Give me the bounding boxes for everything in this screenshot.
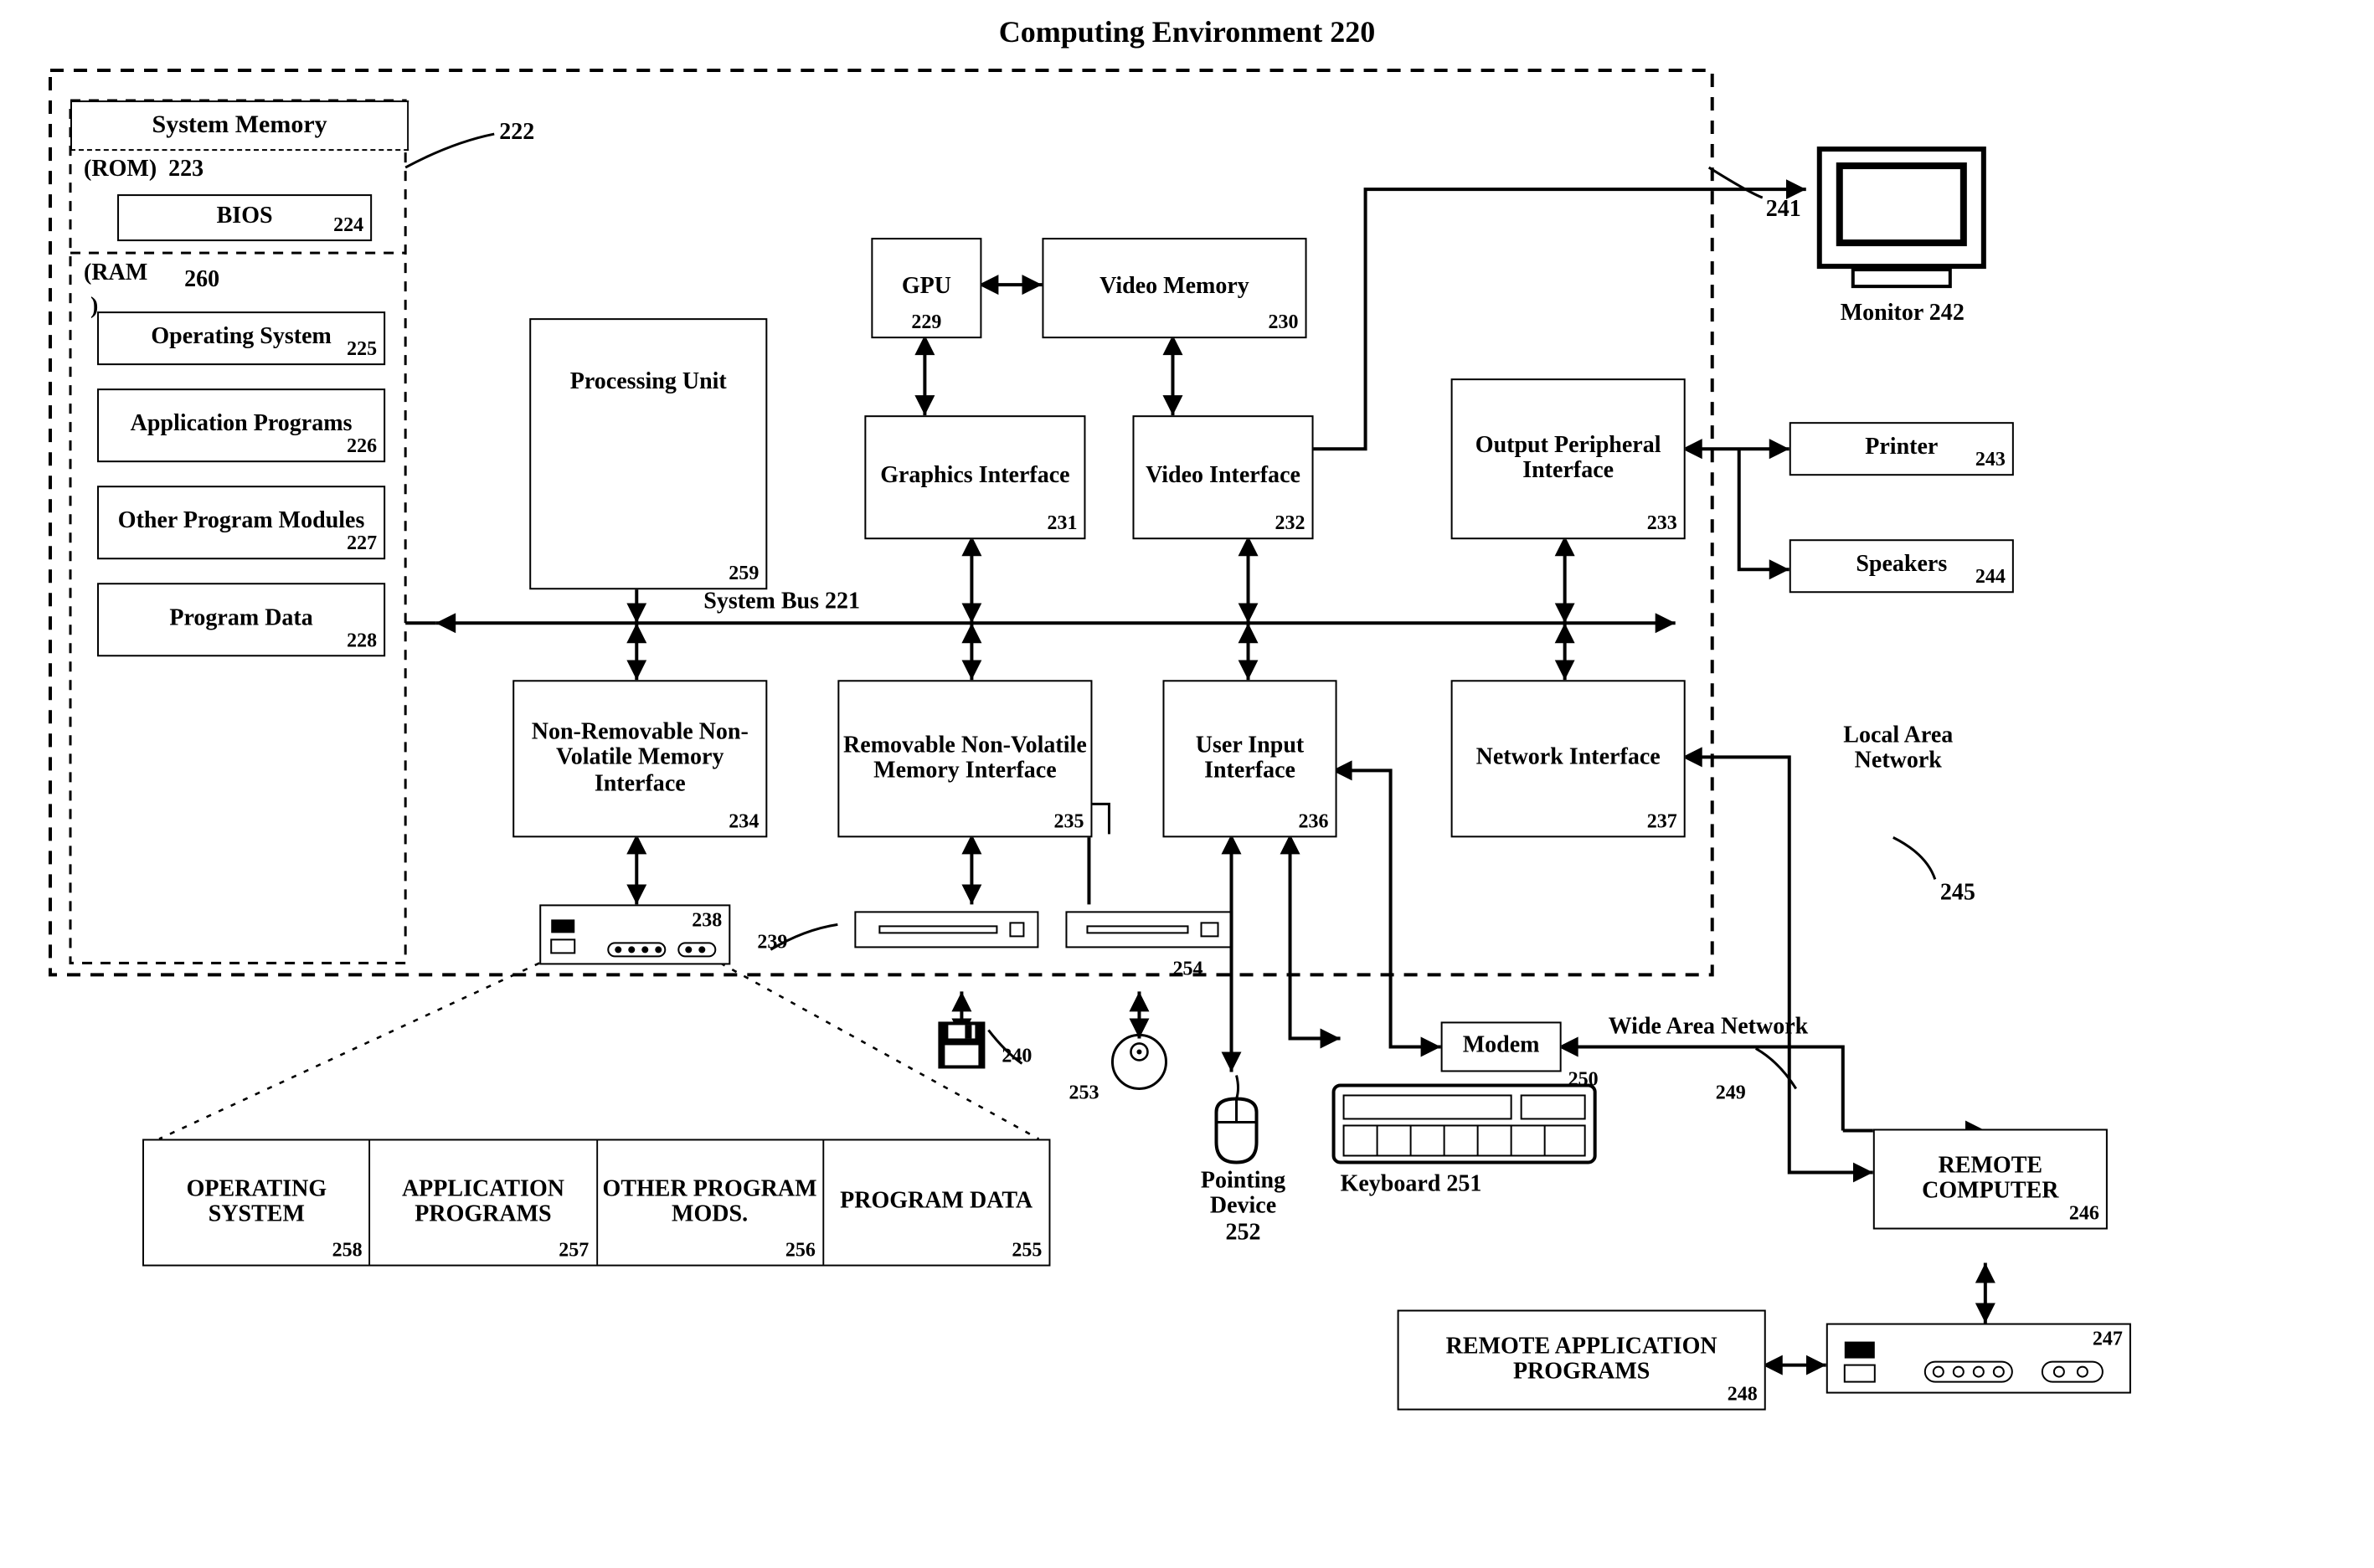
bios-box: BIOS224: [117, 194, 372, 241]
cd-icon: [1109, 1031, 1169, 1092]
fdd-icon: [854, 911, 1038, 948]
wan-label: Wide Area Network: [1609, 1015, 1860, 1041]
diagram-title: Computing Environment 220: [0, 17, 2374, 50]
remote-computer: REMOTE COMPUTER246: [1873, 1128, 2108, 1229]
table-os: OPERATING SYSTEM258: [144, 1140, 371, 1264]
table-mods: OTHER PROGRAM MODS.256: [597, 1140, 824, 1264]
gpu-box: GPU229: [871, 238, 981, 338]
remote-hdd-icon: 247: [1826, 1324, 2131, 1394]
graphics-interface: Graphics Interface231: [864, 415, 1085, 539]
system-bus-label: System Bus 221: [703, 589, 860, 615]
video-memory-box: Video Memory230: [1042, 238, 1306, 338]
disk-contents-table: OPERATING SYSTEM258 APPLICATION PROGRAMS…: [142, 1139, 1050, 1266]
speakers-box: Speakers244: [1790, 539, 2014, 593]
network-interface: Network Interface237: [1451, 680, 1686, 837]
printer-box: Printer243: [1790, 422, 2014, 476]
mods-box: Other Program Modules227: [97, 486, 385, 559]
system-memory-heading: System Memory: [70, 100, 409, 151]
hdd-icon: 238: [539, 904, 730, 964]
pointing-device-label: Pointing Device252: [1176, 1169, 1310, 1246]
ram-label: (RAM: [84, 261, 147, 287]
removable-mem-if: Removable Non-Volatile Memory Interface2…: [837, 680, 1092, 837]
floppy-icon: [935, 1018, 988, 1072]
lan-label: Local Area Network: [1806, 723, 1990, 775]
ram-num: 260: [184, 268, 219, 294]
pdata-box: Program Data228: [97, 583, 385, 656]
fdd-num: 239: [757, 931, 787, 953]
remote-app-programs: REMOTE APPLICATION PROGRAMS248: [1398, 1310, 1766, 1411]
video-interface: Video Interface232: [1132, 415, 1313, 539]
processing-unit: Processing Unit259: [529, 318, 767, 589]
table-apps: APPLICATION PROGRAMS257: [371, 1140, 598, 1264]
os-box: Operating System225: [97, 311, 385, 365]
ref-241: 241: [1766, 198, 1801, 224]
apps-box: Application Programs226: [97, 388, 385, 462]
ref-222: 222: [499, 121, 534, 147]
lan-num: 245: [1940, 881, 1975, 907]
modem-box: Modem: [1441, 1021, 1562, 1072]
user-input-interface: User Input Interface236: [1162, 680, 1336, 837]
nonremovable-mem-if: Non-Removable Non-Volatile Memory Interf…: [512, 680, 767, 837]
monitor-icon: Monitor 242: [1806, 142, 1999, 326]
keyboard-label: Keyboard 251: [1341, 1172, 1482, 1198]
cdrom-num: 254: [1172, 958, 1202, 979]
mouse-icon: [1203, 1072, 1270, 1165]
cd-num: 253: [1069, 1082, 1099, 1103]
output-peripheral-interface: Output Peripheral Interface233: [1451, 378, 1686, 539]
keyboard-icon: [1331, 1075, 1599, 1169]
modem-num: 250: [1568, 1068, 1599, 1090]
rom-label: (ROM) 223: [84, 157, 203, 183]
wan-num: 249: [1716, 1082, 1746, 1103]
cdrom-icon: [1065, 911, 1233, 948]
table-pdata: PROGRAM DATA255: [824, 1140, 1049, 1264]
floppy-num: 240: [1002, 1045, 1032, 1067]
